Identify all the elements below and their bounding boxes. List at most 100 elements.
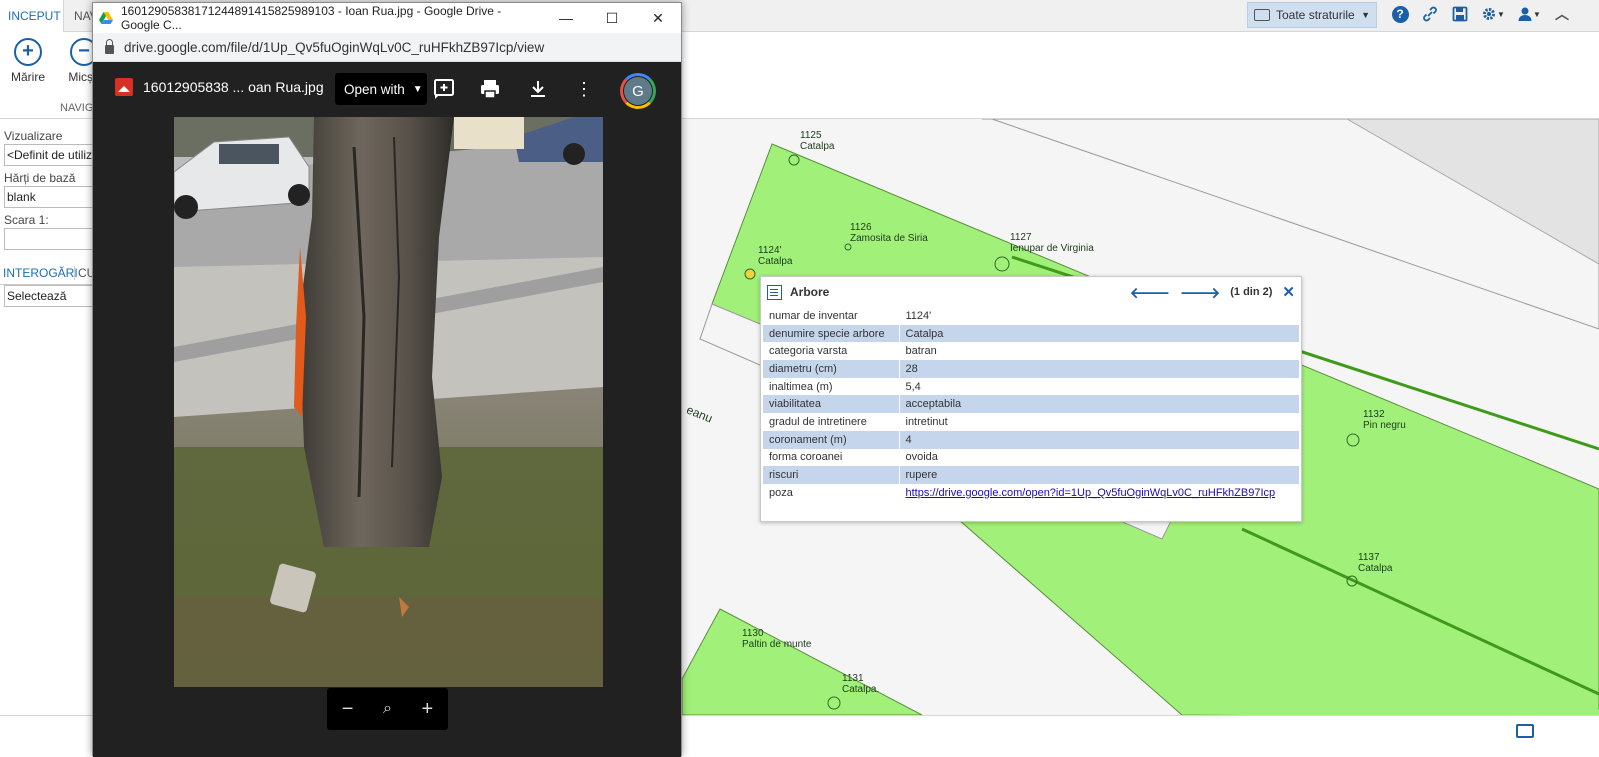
map-label-1137[interactable]: 1137 Catalpa <box>1358 552 1392 574</box>
attr-key: denumire specie arbore <box>763 324 900 343</box>
layers-icon <box>1254 9 1270 21</box>
attr-value: https://drive.google.com/open?id=1Up_Qv5… <box>899 484 1299 502</box>
feature-info-popup: Arbore 🡐 🡒 (1 din 2) ✕ numar de inventar… <box>760 276 1302 522</box>
attr-value: 28 <box>899 360 1299 378</box>
table-row: poza https://drive.google.com/open?id=1Up… <box>763 483 1299 502</box>
layers-dropdown-label: Toate straturile <box>1276 8 1355 22</box>
attr-value: ovoida <box>905 451 938 464</box>
close-window-icon[interactable]: ✕ <box>635 3 681 33</box>
viewer-toolbar: 16012905838 ... oan Rua.jpg Open with ▼ ⋮… <box>93 62 681 116</box>
attr-key: diametru (cm) <box>763 360 900 378</box>
table-row: coronament (m) 4 <box>763 430 1299 449</box>
layers-dropdown[interactable]: Toate straturile ▼ <box>1247 2 1377 28</box>
lock-icon <box>105 38 114 54</box>
map-label-1131[interactable]: 1131 Catalpa. <box>842 673 879 695</box>
settings-icon[interactable]: ▼ <box>1480 4 1506 24</box>
attr-key: coronament (m) <box>763 430 900 449</box>
zoom-out-icon[interactable]: − <box>342 698 354 721</box>
zoom-in-label: Mărire <box>10 70 45 84</box>
view-select[interactable]: <Definit de utiliz <box>4 144 95 166</box>
query-select[interactable]: Selectează <box>4 285 95 307</box>
attr-key: riscuri <box>763 466 900 484</box>
more-options-icon[interactable]: ⋮ <box>571 76 597 102</box>
collapse-ribbon-icon[interactable]: ︿ <box>1552 4 1572 24</box>
attr-key: categoria varsta <box>763 342 900 361</box>
attr-key: forma coroanei <box>763 448 900 467</box>
attribute-table: numar de inventar 1124' denumire specie a… <box>763 307 1299 502</box>
attr-value: intretinut <box>905 415 948 428</box>
attr-key: numar de inventar <box>763 307 900 325</box>
popup-title: Arbore <box>790 285 830 299</box>
basemap-label: Hărți de bază <box>4 171 76 185</box>
zoom-in-icon[interactable]: + <box>422 698 434 721</box>
table-row: diametru (cm) 28 <box>763 360 1299 378</box>
scale-label: Scara 1: <box>4 213 49 227</box>
window-title: 16012905838171244891415825989103 - Ioan … <box>121 4 502 32</box>
popup-counter: (1 din 2) <box>1230 286 1273 298</box>
map-label-1126[interactable]: 1126 Zamosita de Siria <box>850 222 928 244</box>
zoom-controls: − ⌕ + <box>327 688 448 730</box>
address-bar[interactable]: drive.google.com/file/d/1Up_Qv5fuOginWqL… <box>93 33 681 62</box>
table-row: denumire specie arbore Catalpa <box>763 324 1299 343</box>
link-icon[interactable] <box>1420 4 1440 24</box>
table-row: categoria varsta batran <box>763 342 1299 361</box>
chevron-down-icon: ▼ <box>1361 10 1370 20</box>
map-label-1127[interactable]: 1127 Ienupar de Virginia <box>1010 232 1094 254</box>
ribbon-group-label: NAVIG <box>60 102 94 114</box>
arrow-left-icon[interactable]: 🡐 <box>1130 283 1170 302</box>
attr-value: acceptabila <box>899 395 1299 414</box>
zoom-in-icon: + <box>14 38 42 66</box>
map-label-1132[interactable]: 1132 Pin negru <box>1363 409 1406 431</box>
minimize-icon[interactable]: — <box>543 3 589 33</box>
table-row: forma coroanei ovoida <box>763 448 1299 467</box>
attr-key: viabilitatea <box>763 395 900 414</box>
attr-value: Catalpa <box>899 324 1299 343</box>
attr-value: rupere <box>899 466 1299 484</box>
zoom-in-button[interactable]: + Mărire <box>2 38 54 84</box>
save-icon[interactable] <box>1450 4 1470 24</box>
image-file-icon <box>115 78 133 96</box>
map-label-1130[interactable]: 1130 Paltin de munte <box>742 628 812 650</box>
tab-inceput[interactable]: INCEPUT <box>0 0 64 32</box>
file-name: 16012905838 ... oan Rua.jpg <box>143 79 324 95</box>
maximize-icon[interactable]: ☐ <box>589 3 635 33</box>
table-row: gradul de intretinere intretinut <box>763 413 1299 431</box>
tab-interogari[interactable]: INTEROGĂRI <box>3 266 78 280</box>
photo-link[interactable]: https://drive.google.com/open?id=1Up_Qv5… <box>906 487 1276 499</box>
attr-value: 5,4 <box>905 380 921 393</box>
close-icon[interactable]: ✕ <box>1282 283 1295 301</box>
add-comment-icon[interactable] <box>431 76 457 102</box>
basemap-select[interactable]: blank <box>4 186 95 208</box>
left-panel: Vizualizare <Definit de utiliz Hărți de … <box>0 119 95 719</box>
map-label-1124[interactable]: 1124' Catalpa <box>758 245 792 267</box>
attr-key: inaltimea (m) <box>763 377 900 396</box>
table-icon <box>767 284 782 300</box>
download-icon[interactable] <box>525 76 551 102</box>
table-row: numar de inventar 1124' <box>763 307 1299 325</box>
open-with-label: Open with <box>344 81 405 97</box>
user-icon[interactable]: ▼ <box>1516 4 1542 24</box>
chevron-down-icon: ▼ <box>412 83 423 95</box>
google-drive-icon <box>99 12 113 24</box>
table-row: riscuri rupere <box>763 466 1299 484</box>
help-icon[interactable]: ? <box>1390 4 1410 24</box>
open-with-button[interactable]: Open with ▼ <box>335 73 427 105</box>
view-label: Vizualizare <box>4 129 63 143</box>
screen-icon[interactable] <box>1516 724 1534 738</box>
tree-photo <box>174 117 603 687</box>
map-label-1125[interactable]: 1125 Catalpa <box>800 130 834 152</box>
zoom-reset-icon[interactable]: ⌕ <box>383 700 392 718</box>
attr-value: 1124' <box>905 309 932 322</box>
panel-tabs: INTEROGĂRI CU <box>0 263 95 285</box>
print-icon[interactable] <box>477 76 503 102</box>
url-text: drive.google.com/file/d/1Up_Qv5fuOginWqL… <box>124 39 545 55</box>
attr-key: gradul de intretinere <box>763 413 900 431</box>
attr-key: poza <box>763 483 900 502</box>
drive-image-viewer: 16012905838 ... oan Rua.jpg Open with ▼ ⋮… <box>93 62 681 757</box>
window-titlebar[interactable]: 16012905838171244891415825989103 - Ioan … <box>93 3 681 33</box>
table-row: viabilitatea acceptabila <box>763 395 1299 414</box>
scale-input[interactable] <box>4 228 95 250</box>
table-row: inaltimea (m) 5,4 <box>763 377 1299 396</box>
avatar[interactable]: G <box>620 73 656 109</box>
arrow-right-icon[interactable]: 🡒 <box>1180 283 1220 302</box>
